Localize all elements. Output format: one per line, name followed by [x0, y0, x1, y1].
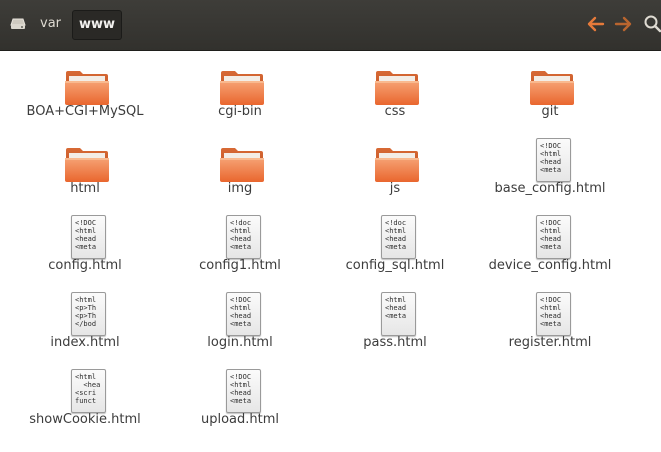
file-name-label: BOA+CGI+MySQL — [26, 104, 144, 119]
file-preview-line: <!DOC — [230, 373, 252, 381]
folder-item[interactable]: img — [165, 132, 315, 204]
file-preview-line: <hea — [75, 381, 101, 389]
file-preview-line: <head — [230, 389, 252, 397]
file-item[interactable]: <!doc <html <head <meta config_sql.html — [320, 209, 470, 281]
file-preview-line: <html — [75, 296, 97, 304]
breadcrumb-www[interactable]: www — [72, 10, 123, 40]
file-name-label: showCookie.html — [29, 412, 141, 427]
file-preview-line: <meta — [75, 243, 97, 251]
file-preview-line: <meta — [385, 312, 407, 320]
folder-item[interactable]: html — [10, 132, 160, 204]
breadcrumb-var[interactable]: var — [34, 10, 67, 38]
file-preview-line: <html — [540, 227, 562, 235]
file-item[interactable]: <!DOC <html <head <meta base_config.html — [475, 132, 625, 204]
file-name-label: config1.html — [199, 258, 281, 273]
file-preview-line: <html — [230, 304, 252, 312]
html-file-icon: <!DOC <html <head <meta — [536, 215, 571, 259]
file-preview-line: <head — [385, 235, 407, 243]
file-preview-line: <html — [75, 373, 97, 381]
file-preview-line: <p>Th — [75, 304, 97, 312]
folder-item[interactable]: cgi-bin — [165, 55, 315, 127]
file-item[interactable]: <html <hea <scri funct showCookie.html — [10, 363, 160, 435]
file-preview-line: <meta — [540, 243, 562, 251]
file-preview-line: <head — [540, 235, 562, 243]
file-preview-line: <!DOC — [75, 219, 97, 227]
file-item[interactable]: <html <p>Th <p>Th </bod index.html — [10, 286, 160, 358]
html-file-icon: <!DOC <html <head <meta — [536, 138, 571, 182]
file-item[interactable]: <!DOC <html <head <meta config.html — [10, 209, 160, 281]
file-preview-line: <head — [385, 304, 407, 312]
file-preview-line: <html — [230, 227, 252, 235]
file-preview-line: <meta — [230, 397, 252, 405]
file-name-label: pass.html — [363, 335, 427, 350]
file-preview-line: <html — [540, 150, 562, 158]
folder-item[interactable]: css — [320, 55, 470, 127]
file-preview-line: <html — [230, 381, 252, 389]
arrow-left-icon[interactable] — [584, 13, 606, 35]
html-file-icon: <!DOC <html <head <meta — [71, 215, 106, 259]
file-preview-line: <!DOC — [540, 142, 562, 150]
toolbar: var www — [0, 0, 661, 51]
file-preview-line: <head — [230, 312, 252, 320]
file-preview-line: <html — [540, 304, 562, 312]
file-name-label: config.html — [48, 258, 122, 273]
folder-item[interactable]: BOA+CGI+MySQL — [10, 55, 160, 127]
search-icon[interactable] — [642, 13, 661, 35]
file-name-label: upload.html — [200, 412, 280, 427]
file-preview-line: <p>Th — [75, 312, 97, 320]
file-preview-line: funct — [75, 397, 97, 405]
file-item[interactable]: <!DOC <html <head <meta upload.html — [165, 363, 315, 435]
file-name-label: js — [389, 181, 401, 196]
file-name-label: cgi-bin — [218, 104, 262, 119]
file-grid: BOA+CGI+MySQL cgi-bin css git html img js <!DOC… — [0, 51, 661, 452]
file-item[interactable]: <!DOC <html <head <meta device_config.html — [475, 209, 625, 281]
file-name-label: img — [227, 181, 253, 196]
file-item[interactable]: <!DOC <html <head <meta login.html — [165, 286, 315, 358]
file-preview-line: <!DOC — [540, 219, 562, 227]
folder-item[interactable]: js — [320, 132, 470, 204]
file-preview-line: <meta — [385, 243, 407, 251]
file-name-label: login.html — [207, 335, 273, 350]
file-item[interactable]: <!DOC <html <head <meta register.html — [475, 286, 625, 358]
file-preview-line: <!DOC — [230, 296, 252, 304]
file-preview-line: <html — [75, 227, 97, 235]
file-preview-line: <head — [75, 235, 97, 243]
html-file-icon: <!DOC <html <head <meta — [226, 369, 261, 413]
file-name-label: css — [384, 104, 406, 119]
file-preview-line: <meta — [540, 320, 562, 328]
file-item[interactable]: <!doc <html <head <meta config1.html — [165, 209, 315, 281]
file-preview-line: <scri — [75, 389, 97, 397]
file-name-label: register.html — [508, 335, 592, 350]
file-name-label: index.html — [50, 335, 120, 350]
file-name-label: html — [70, 181, 100, 196]
html-file-icon: <html <p>Th <p>Th </bod — [71, 292, 106, 336]
file-preview-line: <head — [230, 235, 252, 243]
arrow-right-icon[interactable] — [613, 13, 635, 35]
html-file-icon: <!DOC <html <head <meta — [226, 292, 261, 336]
file-name-label: git — [541, 104, 559, 119]
file-preview-line: <html — [385, 296, 407, 304]
file-preview-line: </bod — [75, 320, 97, 328]
file-preview-line: <head — [540, 158, 562, 166]
file-preview-line: <meta — [230, 320, 252, 328]
file-preview-line: <html — [385, 227, 407, 235]
file-preview-line: <!doc — [385, 219, 407, 227]
html-file-icon: <!doc <html <head <meta — [226, 215, 261, 259]
html-file-icon: <html <hea <scri funct — [71, 369, 106, 413]
file-preview-line: <!doc — [230, 219, 252, 227]
file-name-label: config_sql.html — [345, 258, 445, 273]
folder-item[interactable]: git — [475, 55, 625, 127]
file-name-label: base_config.html — [494, 181, 606, 196]
file-preview-line: <!DOC — [540, 296, 562, 304]
file-preview-line: <meta — [230, 243, 252, 251]
html-file-icon: <html <head <meta — [381, 292, 416, 336]
html-file-icon: <!DOC <html <head <meta — [536, 292, 571, 336]
file-item[interactable]: <html <head <meta pass.html — [320, 286, 470, 358]
file-preview-line: <head — [540, 312, 562, 320]
drive-icon[interactable] — [9, 15, 27, 33]
file-name-label: device_config.html — [488, 258, 612, 273]
file-preview-line: <meta — [540, 166, 562, 174]
html-file-icon: <!doc <html <head <meta — [381, 215, 416, 259]
